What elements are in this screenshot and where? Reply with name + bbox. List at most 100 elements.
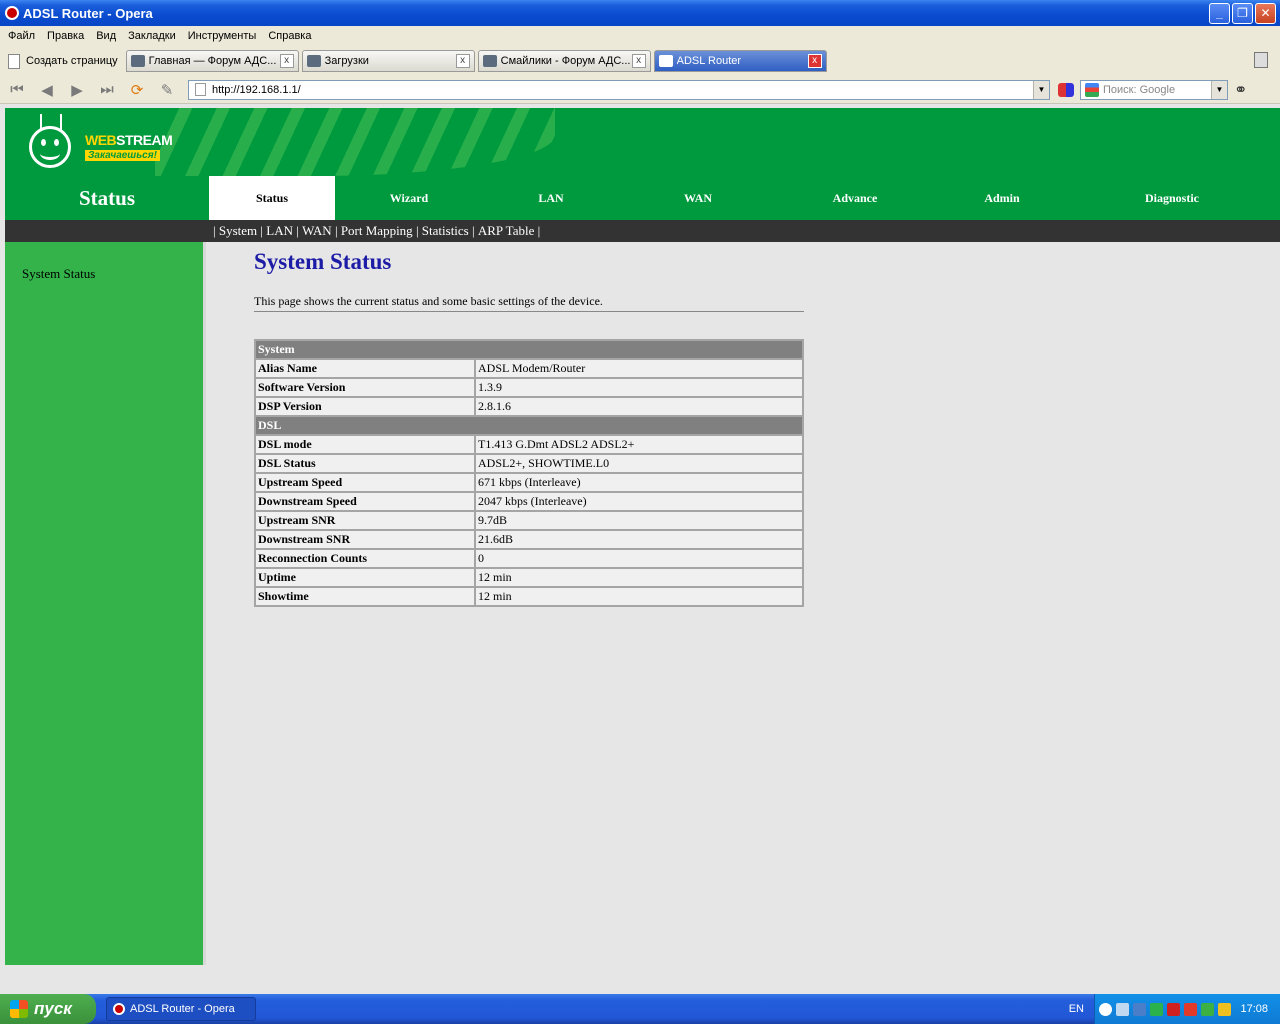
google-icon <box>1085 82 1099 97</box>
menu-file[interactable]: Файл <box>2 30 41 42</box>
edit-button[interactable]: ✎ <box>154 79 180 101</box>
tab-label: Смайлики - Форум АДС... <box>500 55 631 67</box>
table-row: Upstream SNR 9.7dB <box>254 510 804 531</box>
row-key: Upstream SNR <box>254 510 476 531</box>
language-indicator[interactable]: EN <box>1069 1003 1084 1015</box>
daemon-tools-icon[interactable] <box>1218 1002 1231 1016</box>
row-value: 1.3.9 <box>474 377 804 398</box>
tab-close-icon[interactable]: x <box>631 54 646 68</box>
address-field[interactable]: http://192.168.1.1/ ▼ <box>188 79 1050 100</box>
subnav-arp-table[interactable]: ARP Table <box>478 223 535 239</box>
row-value: 2047 kbps (Interleave) <box>474 491 804 512</box>
banner-stripes <box>155 108 555 176</box>
row-key: Alias Name <box>254 358 476 379</box>
subnav-port-mapping[interactable]: Port Mapping <box>341 223 413 239</box>
taskbar-item-opera[interactable]: ADSL Router - Opera <box>106 997 256 1021</box>
row-value: 21.6dB <box>474 529 804 550</box>
nav-admin[interactable]: Admin <box>933 176 1071 220</box>
reload-icon: ⟳ <box>130 81 144 99</box>
reload-button[interactable]: ⟳ <box>124 79 150 101</box>
row-key: Downstream Speed <box>254 491 476 512</box>
trash-icon[interactable] <box>1254 52 1268 68</box>
section-label: DSL <box>254 415 804 436</box>
menu-tools[interactable]: Инструменты <box>182 30 263 42</box>
table-row: Downstream Speed 2047 kbps (Interleave) <box>254 491 804 512</box>
row-key: DSP Version <box>254 396 476 417</box>
brand-logo: WEBSTREAM <box>85 132 173 148</box>
search-engine-icon[interactable] <box>1058 82 1074 97</box>
subnav-system[interactable]: System <box>219 223 257 239</box>
start-label: пуск <box>34 999 72 1018</box>
row-value: 0 <box>474 548 804 569</box>
table-row: Showtime 12 min <box>254 586 804 607</box>
maximize-button[interactable]: ❐ <box>1232 3 1253 24</box>
new-page-button[interactable]: Создать страницу <box>0 47 126 75</box>
chevron-left-icon[interactable] <box>1099 1002 1112 1016</box>
tab-label: Загрузки <box>324 55 369 67</box>
glasses-icon[interactable]: ⚭ <box>1234 80 1247 100</box>
tab-label: ADSL Router <box>676 55 742 67</box>
fast-forward-button[interactable]: ⏭ <box>94 79 120 101</box>
search-input[interactable]: Поиск: Google ▼ <box>1080 79 1228 100</box>
main-content: System Status This page shows the curren… <box>254 249 814 312</box>
section-label: System <box>254 339 804 360</box>
tab-downloads[interactable]: Загрузки x <box>301 50 475 72</box>
back-button[interactable]: ◀ <box>34 79 60 101</box>
table-row: DSL mode T1.413 G.Dmt ADSL2 ADSL2+ <box>254 434 804 455</box>
minimize-button[interactable]: _ <box>1209 3 1230 24</box>
subnav-statistics[interactable]: Statistics <box>422 223 469 239</box>
tab-close-icon[interactable]: x <box>279 54 294 68</box>
row-value: ADSL2+, SHOWTIME.L0 <box>474 453 804 474</box>
tab-smileys[interactable]: Смайлики - Форум АДС... x <box>477 50 651 72</box>
nav-status[interactable]: Status <box>209 176 335 220</box>
opera-icon <box>113 1003 125 1015</box>
menu-help[interactable]: Справка <box>262 30 317 42</box>
url-text: http://192.168.1.1/ <box>212 83 301 96</box>
tab-close-icon[interactable]: x <box>455 54 470 68</box>
sidebar-item-system-status[interactable]: System Status <box>22 266 95 282</box>
tab-close-icon[interactable]: x <box>807 54 822 68</box>
opera-icon <box>5 6 19 20</box>
pencil-icon: ✎ <box>160 81 174 99</box>
main-nav: Status Status Wizard LAN WAN Advance Adm… <box>5 176 1280 220</box>
monitor-icon[interactable] <box>1116 1002 1129 1016</box>
shield-icon[interactable] <box>1167 1002 1180 1016</box>
menu-bookmarks[interactable]: Закладки <box>122 30 182 42</box>
window-controls: _ ❐ ✕ <box>1209 3 1276 24</box>
antivirus-icon[interactable] <box>1184 1002 1197 1016</box>
chevron-down-icon[interactable]: ▼ <box>1211 80 1227 99</box>
nav-advance[interactable]: Advance <box>777 176 933 220</box>
nav-wizard[interactable]: Wizard <box>335 176 483 220</box>
chevron-down-icon[interactable]: ▼ <box>1033 80 1049 99</box>
close-window-button[interactable]: ✕ <box>1255 3 1276 24</box>
sub-nav: | System | LAN | WAN | Port Mapping | St… <box>5 220 1280 242</box>
tab-label: Главная — Форум АДС... <box>148 55 277 67</box>
row-key: Showtime <box>254 586 476 607</box>
row-value: 671 kbps (Interleave) <box>474 472 804 493</box>
subnav-lan[interactable]: LAN <box>266 223 293 239</box>
table-row: Downstream SNR 21.6dB <box>254 529 804 550</box>
table-row: Uptime 12 min <box>254 567 804 588</box>
network-icon[interactable] <box>1133 1002 1146 1016</box>
menu-edit[interactable]: Правка <box>41 30 90 42</box>
row-value: ADSL Modem/Router <box>474 358 804 379</box>
page-title: System Status <box>254 249 392 274</box>
tab-forum-main[interactable]: Главная — Форум АДС... x <box>125 50 299 72</box>
tab-bar: Создать страницу Главная — Форум АДС... … <box>0 46 1280 76</box>
start-button[interactable]: пуск <box>0 994 96 1024</box>
row-key: DSL Status <box>254 453 476 474</box>
forum-favicon-icon <box>482 55 497 67</box>
subnav-wan[interactable]: WAN <box>302 223 332 239</box>
nav-wan[interactable]: WAN <box>619 176 777 220</box>
forward-button[interactable]: ▶ <box>64 79 90 101</box>
menu-view[interactable]: Вид <box>90 30 122 42</box>
section-title: Status <box>78 185 136 210</box>
security-icon[interactable] <box>1150 1002 1163 1016</box>
tab-adsl-router[interactable]: ADSL Router x <box>653 50 827 72</box>
agent-icon[interactable] <box>1201 1002 1214 1016</box>
nav-diagnostic[interactable]: Diagnostic <box>1071 176 1273 220</box>
nav-lan[interactable]: LAN <box>483 176 619 220</box>
page-description: This page shows the current status and s… <box>254 294 804 312</box>
smiley-logo-icon <box>29 126 71 168</box>
rewind-button[interactable]: ⏮ <box>4 79 30 101</box>
